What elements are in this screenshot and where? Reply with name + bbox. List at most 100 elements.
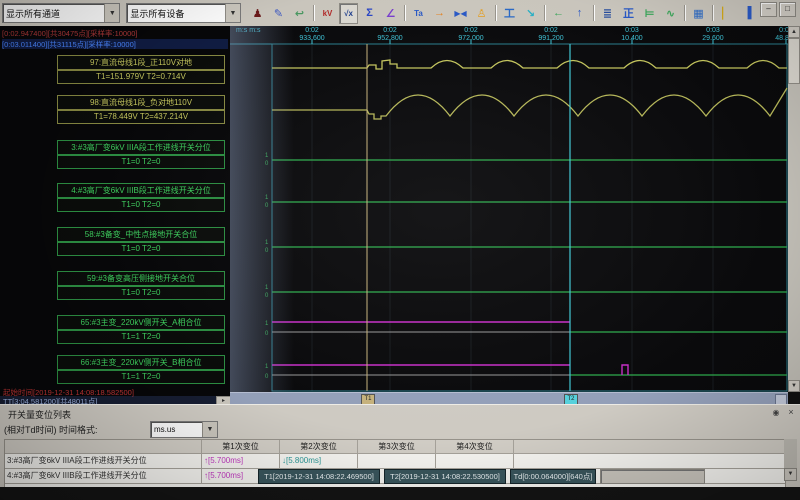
minimize-button[interactable]: – bbox=[760, 2, 777, 17]
time-tick-label: 0:02 991.200 bbox=[538, 27, 563, 43]
time-format-combo[interactable]: ms.us ▼ bbox=[150, 421, 218, 438]
back-arrow-icon[interactable]: ← bbox=[549, 3, 568, 24]
toolbar-separator bbox=[313, 5, 314, 21]
list-icon[interactable]: ≣ bbox=[598, 3, 617, 24]
up-arrow-icon[interactable]: ↑ bbox=[570, 3, 589, 24]
table-cell[interactable] bbox=[435, 454, 513, 469]
kv-icon[interactable]: kV bbox=[318, 3, 337, 24]
marker-tool-icon[interactable]: ♟ bbox=[248, 3, 267, 24]
toolbar-separator bbox=[404, 5, 405, 21]
status-cursor-time: T2[2019-12-31 14:08:22.530500] bbox=[384, 469, 506, 484]
channel-cursor-values: T1=1 T2=0 bbox=[57, 370, 225, 384]
table-row-name[interactable]: 4:#3高厂变6kV IIIB段工作进线开关分位 bbox=[5, 469, 201, 484]
svg-text:1: 1 bbox=[265, 240, 269, 246]
device-filter-combo[interactable]: 显示所有设备 ▼ bbox=[126, 3, 241, 23]
bowtie-icon[interactable]: ▶◀ bbox=[451, 3, 470, 24]
channel-title: 98:直流母线1段_负对地110V bbox=[57, 95, 225, 110]
trace-ch66-pulse bbox=[622, 365, 628, 375]
channel-title: 65:#3主变_220kV侧开关_A相合位 bbox=[57, 315, 225, 330]
table-scrollbar[interactable]: ▼ bbox=[784, 439, 797, 481]
table-header[interactable]: 第1次变位 bbox=[201, 440, 279, 454]
undo-arrow-icon[interactable]: ↩ bbox=[290, 3, 309, 24]
record-duration-info[interactable]: TT[3:04.581200][共48011点] bbox=[0, 396, 217, 404]
close-icon[interactable]: × bbox=[785, 407, 797, 418]
scroll-up-icon[interactable]: ▲ bbox=[788, 26, 800, 38]
channel-title: 66:#3主变_220kV侧开关_B相合位 bbox=[57, 355, 225, 370]
grid-icon[interactable]: ▦ bbox=[689, 3, 708, 24]
time-tick-label: 0:02 972.000 bbox=[458, 27, 483, 43]
svg-text:0: 0 bbox=[265, 331, 269, 337]
toolbar-separator bbox=[593, 5, 594, 21]
waveform-plot: 10 10 10 10 10 10 bbox=[230, 26, 788, 392]
svg-text:1: 1 bbox=[265, 364, 269, 370]
hand-icon[interactable]: ♙ bbox=[472, 3, 491, 24]
blue-cursor-icon[interactable]: ▐ bbox=[738, 3, 757, 24]
channel-panel: [0:02.947400][共30475点][采样率:10000][0:03.0… bbox=[0, 26, 230, 404]
sweep-arrow-icon[interactable]: ↘ bbox=[521, 3, 540, 24]
scroll-down-icon[interactable]: ▼ bbox=[788, 380, 800, 392]
angle-icon[interactable]: ∠ bbox=[381, 3, 400, 24]
status-empty-field bbox=[600, 469, 705, 484]
pin-icon[interactable]: ◉ bbox=[770, 407, 782, 418]
time-format-label: (相对Td时间) 时间格式: bbox=[4, 423, 98, 436]
time-tick-label: 0:03 48.800 bbox=[775, 27, 788, 43]
scroll-thumb[interactable] bbox=[788, 38, 800, 84]
channel-title: 4:#3高厂变6kV IIIB段工作进线开关分位 bbox=[57, 183, 225, 198]
table-cell[interactable] bbox=[357, 454, 435, 469]
wave-overlay-icon[interactable]: ∿ bbox=[661, 3, 680, 24]
record-info-line[interactable]: [0:02.947400][共30475点][采样率:10000] bbox=[2, 28, 228, 38]
sqrt-icon[interactable]: √x bbox=[339, 3, 358, 24]
pen-icon[interactable]: ✎ bbox=[269, 3, 288, 24]
yellow-cursor-icon[interactable]: ▏ bbox=[717, 3, 736, 24]
scroll-down-icon[interactable]: ▼ bbox=[784, 468, 797, 481]
time-axis: m:s m:s 0:02 933.6000:02 952.8000:02 972… bbox=[230, 26, 788, 44]
status-cursor-time: Td[0:00.064000][640点] bbox=[510, 469, 596, 484]
svg-text:0: 0 bbox=[265, 293, 269, 299]
chevron-down-icon[interactable]: ▼ bbox=[225, 4, 240, 22]
zheng-icon[interactable]: 正 bbox=[619, 3, 638, 24]
channel-title: 58:#3备变_中性点接地开关合位 bbox=[57, 227, 225, 242]
restore-button[interactable]: □ bbox=[779, 2, 796, 17]
span-icon[interactable]: 工 bbox=[500, 3, 519, 24]
time-format-value: ms.us bbox=[151, 425, 202, 434]
channel-title: 59:#3备变高压侧接地开关合位 bbox=[57, 271, 225, 286]
table-header[interactable]: 第3次变位 bbox=[357, 440, 435, 454]
device-filter-value: 显示所有设备 bbox=[127, 7, 225, 20]
jump-arrow-icon[interactable]: → bbox=[430, 3, 449, 24]
table-cell[interactable]: ↓[5.800ms] bbox=[279, 454, 357, 469]
toolbar-separator bbox=[712, 5, 713, 21]
table-header[interactable]: 第4次变位 bbox=[435, 440, 513, 454]
channel-cursor-values: T1=151.979V T2=0.714V bbox=[57, 70, 225, 84]
svg-text:0: 0 bbox=[265, 203, 269, 209]
left-panel-scroll-arrow[interactable]: ▸ bbox=[216, 396, 230, 404]
time-axis-unit: m:s m:s bbox=[236, 27, 261, 35]
time-tick-label: 0:02 952.800 bbox=[377, 27, 402, 43]
chevron-down-icon[interactable]: ▼ bbox=[202, 422, 217, 437]
toolbar-icons: ♟✎↩kV√xΣ∠Ta→▶◀♙工↘←↑≣正⊨∿▦▏▐T↑T↓ bbox=[247, 0, 800, 26]
svg-text:0: 0 bbox=[265, 161, 269, 167]
table-header-filler bbox=[513, 440, 785, 454]
switch-change-panel: 开关量变位列表 ◉ × (相对Td时间) 时间格式: ms.us ▼ 第1次变位… bbox=[0, 404, 800, 488]
table-header[interactable]: 第2次变位 bbox=[279, 440, 357, 454]
channel-cursor-values: T1=78.449V T2=437.214V bbox=[57, 110, 225, 124]
channel-cursor-values: T1=0 T2=0 bbox=[57, 242, 225, 256]
channel-title: 3:#3高厂变6kV IIIA段工作进线开关分位 bbox=[57, 140, 225, 155]
svg-text:1: 1 bbox=[265, 195, 269, 201]
table-cell[interactable]: ↑[5.700ms] bbox=[201, 454, 279, 469]
compress-icon[interactable]: ⊨ bbox=[640, 3, 659, 24]
waveform-area[interactable]: 10 10 10 10 10 10 m:s m:s 0:02 933.6000:… bbox=[230, 26, 788, 392]
vertical-scrollbar[interactable]: ▲ ▼ bbox=[788, 26, 800, 392]
panel-title: 开关量变位列表 bbox=[8, 408, 71, 421]
channel-title: 97:直流母线1段_正110V对地 bbox=[57, 55, 225, 70]
svg-text:1: 1 bbox=[265, 321, 269, 327]
table-row-name[interactable]: 3:#3高厂变6kV IIIA段工作进线开关分位 bbox=[5, 454, 201, 469]
sum-icon[interactable]: Σ bbox=[360, 3, 379, 24]
channel-cursor-values: T1=1 T2=0 bbox=[57, 330, 225, 344]
channel-filter-value: 显示所有通道 bbox=[3, 7, 104, 20]
channel-cursor-values: T1=0 T2=0 bbox=[57, 286, 225, 300]
record-info-line[interactable]: [0:03.011400][共31115点][采样率:10000] bbox=[2, 39, 228, 49]
channel-filter-combo[interactable]: 显示所有通道 ▼ bbox=[2, 3, 120, 23]
chevron-down-icon[interactable]: ▼ bbox=[104, 4, 119, 22]
ta-icon[interactable]: Ta bbox=[409, 3, 428, 24]
status-cursor-time: T1[2019-12-31 14:08:22.469500] bbox=[258, 469, 380, 484]
